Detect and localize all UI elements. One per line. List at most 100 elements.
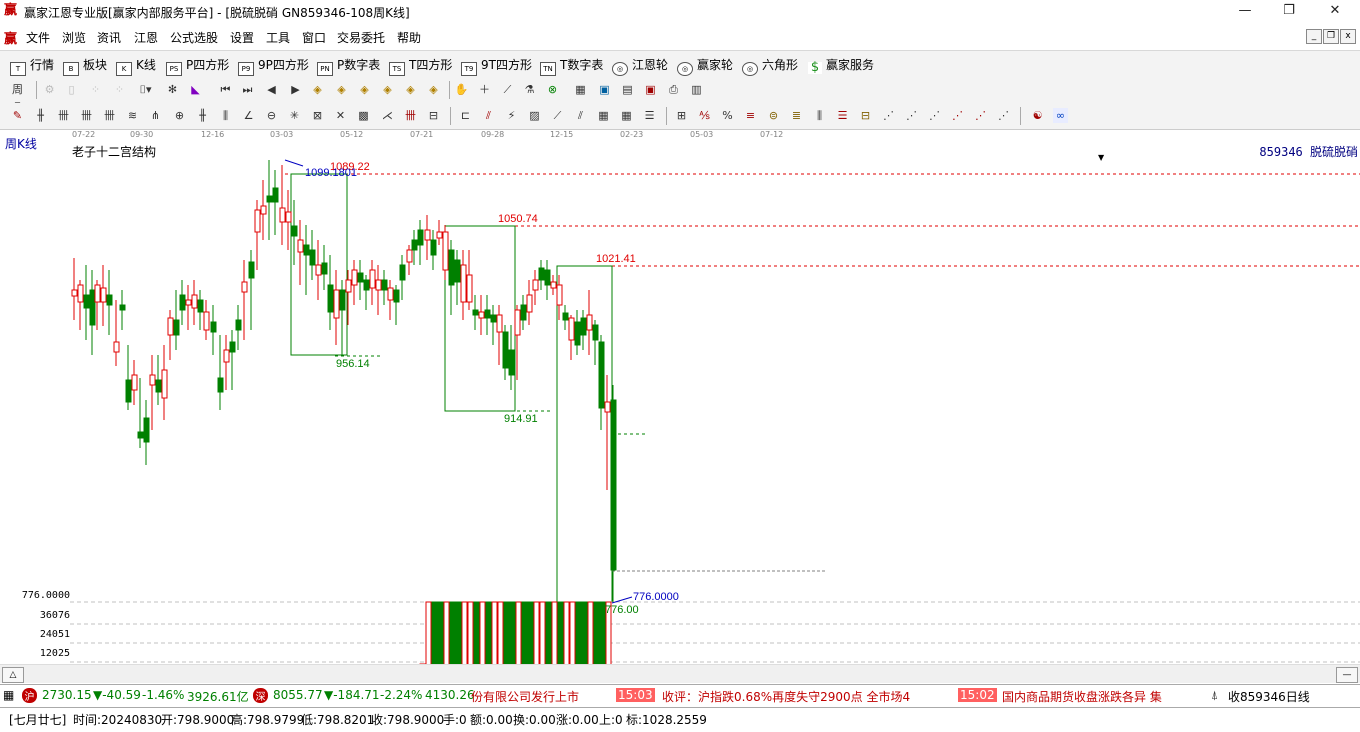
- news-item-2[interactable]: 收评：沪指跌0.68%再度失守2900点 全市场4: [662, 688, 910, 705]
- fib-pct-icon[interactable]: ⅍: [697, 108, 712, 123]
- toolbar-gann-wheel-button[interactable]: ◎ 江恩轮: [612, 56, 668, 76]
- table-tool-icon[interactable]: ▦: [596, 108, 611, 123]
- menu-tools[interactable]: 工具: [266, 29, 290, 46]
- mdi-restore-icon[interactable]: ❐: [1323, 29, 1339, 44]
- menu-info[interactable]: 资讯: [97, 29, 121, 46]
- percent-icon[interactable]: %: [720, 108, 735, 123]
- close-icon[interactable]: ✕: [1312, 0, 1358, 22]
- channel-tool-icon[interactable]: ⫽: [481, 108, 496, 123]
- crosshair-icon[interactable]: ＋: [477, 82, 492, 97]
- split-tool-icon[interactable]: ⊟: [426, 108, 441, 123]
- toolbar-9tsquare-button[interactable]: T9 9T四方形: [461, 56, 532, 76]
- prev-icon[interactable]: ◀: [264, 82, 279, 97]
- trend-tool-icon[interactable]: ⟋: [550, 108, 565, 123]
- toolbar-tnumber-button[interactable]: TN T数字表: [540, 56, 603, 76]
- fan4-tool-icon[interactable]: ⋰: [927, 108, 942, 123]
- save-icon[interactable]: ▣: [643, 82, 658, 97]
- minimize-icon[interactable]: —: [1222, 0, 1268, 22]
- horizontal-scrollbar[interactable]: △ —: [0, 664, 1360, 683]
- grid-tool-icon[interactable]: ▦: [619, 108, 634, 123]
- diamond6-icon[interactable]: ◈: [426, 82, 441, 97]
- pen-icon[interactable]: ✎: [10, 108, 25, 123]
- fan2-tool-icon[interactable]: ⋰: [881, 108, 896, 123]
- link-icon[interactable]: ⊗: [545, 82, 560, 97]
- hash-tool-icon[interactable]: ╫: [33, 108, 48, 123]
- formula-icon[interactable]: ✻: [165, 82, 180, 97]
- grid-tool1-icon[interactable]: 卌: [56, 108, 71, 123]
- export-icon[interactable]: ▥: [689, 82, 704, 97]
- report-icon[interactable]: ▤: [620, 82, 635, 97]
- box-tool-icon[interactable]: ⊟: [858, 108, 873, 123]
- stack-tool-icon[interactable]: ≣: [789, 108, 804, 123]
- period-dropdown-icon[interactable]: 周▾: [10, 82, 25, 111]
- diamond5-icon[interactable]: ◈: [403, 82, 418, 97]
- fan-tool-icon[interactable]: ⋔: [148, 108, 163, 123]
- hand-icon[interactable]: ✋: [454, 82, 469, 97]
- toolbar-quote-button[interactable]: T 行情: [10, 56, 54, 76]
- yinyang-icon[interactable]: ☯: [1030, 108, 1045, 123]
- toolbar-tsquare-button[interactable]: TS T四方形: [389, 56, 452, 76]
- toolbar-kline-button[interactable]: K K线: [116, 56, 156, 76]
- angle-tool-icon[interactable]: ∠: [241, 108, 256, 123]
- menu-formula[interactable]: 公式选股: [170, 29, 218, 46]
- next-icon[interactable]: ▶: [288, 82, 303, 97]
- square-tool-icon[interactable]: ⊠: [310, 108, 325, 123]
- toolbar-pnumber-button[interactable]: PN P数字表: [317, 56, 380, 76]
- bars-tool-icon[interactable]: ╫: [195, 108, 210, 123]
- diamond4-icon[interactable]: ◈: [380, 82, 395, 97]
- zigzag-tool-icon[interactable]: ⚡: [504, 108, 519, 123]
- star-tool-icon[interactable]: ✳: [287, 108, 302, 123]
- kline-chart[interactable]: 1089.22 1099.1801 1050.74 1021.41 956.14…: [0, 130, 1360, 682]
- sort-icon[interactable]: ⍋: [1211, 688, 1218, 703]
- print-icon[interactable]: ⎙: [666, 82, 681, 97]
- news-item-3[interactable]: 国内商品期货收盘涨跌各异 集: [1002, 688, 1162, 705]
- first-page-icon[interactable]: ⏮: [218, 82, 233, 97]
- parallel-tool-icon[interactable]: ⫽: [573, 108, 588, 123]
- menu-settings[interactable]: 设置: [230, 29, 254, 46]
- hatch-tool-icon[interactable]: ▨: [527, 108, 542, 123]
- news-item-1[interactable]: 份有限公司发行上市: [471, 688, 579, 705]
- grid-tool2-icon[interactable]: 卌: [79, 108, 94, 123]
- toolbar-service-button[interactable]: $ 赢家服务: [808, 56, 874, 74]
- menu-help[interactable]: 帮助: [397, 29, 421, 46]
- draw-icon[interactable]: ◣: [188, 82, 203, 97]
- toolbar-9psquare-button[interactable]: P9 9P四方形: [238, 56, 309, 76]
- lines-tool-icon[interactable]: ☰: [642, 108, 657, 123]
- toolbar-winner-wheel-button[interactable]: ◎ 赢家轮: [677, 56, 733, 76]
- grid-tool3-icon[interactable]: 卌: [102, 108, 117, 123]
- index-list-icon[interactable]: ▦: [3, 688, 14, 702]
- menu-window[interactable]: 窗口: [302, 29, 326, 46]
- fan5-tool-icon[interactable]: ⋰: [950, 108, 965, 123]
- menu-file[interactable]: 文件: [26, 29, 50, 46]
- last-page-icon[interactable]: ⏭: [240, 82, 255, 97]
- menu-logo[interactable]: 赢: [4, 28, 17, 47]
- gift-icon[interactable]: ⚗: [522, 82, 537, 97]
- infinity-icon[interactable]: ∞: [1053, 108, 1068, 123]
- ray-tool-icon[interactable]: ⋌: [380, 108, 395, 123]
- menu-browse[interactable]: 浏览: [62, 29, 86, 46]
- hline-tool-icon[interactable]: ☰: [835, 108, 850, 123]
- toolbar-hexagon-button[interactable]: ◎ 六角形: [742, 56, 798, 76]
- level-tool-icon[interactable]: ≡: [743, 108, 758, 123]
- toolbar-psquare-button[interactable]: PS P四方形: [166, 56, 229, 76]
- diamond3-icon[interactable]: ◈: [357, 82, 372, 97]
- menu-gann[interactable]: 江恩: [134, 29, 158, 46]
- scroll-right-icon[interactable]: —: [1336, 667, 1358, 683]
- line-tool-icon[interactable]: ⟋: [500, 82, 515, 97]
- coin-tool-icon[interactable]: ⊜: [766, 108, 781, 123]
- diamond1-icon[interactable]: ◈: [310, 82, 325, 97]
- wave-tool-icon[interactable]: ≋: [125, 108, 140, 123]
- cursor-dropdown-icon[interactable]: ⌷▾: [138, 82, 153, 97]
- bars2-tool-icon[interactable]: ⫼: [812, 108, 827, 123]
- restore-icon[interactable]: ❐: [1266, 0, 1312, 22]
- diamond2-icon[interactable]: ◈: [334, 82, 349, 97]
- scroll-left-icon[interactable]: △: [2, 667, 24, 683]
- circle-tool-icon[interactable]: ⊕: [172, 108, 187, 123]
- mdi-minimize-icon[interactable]: _: [1306, 29, 1322, 44]
- calculator-icon[interactable]: ▣: [597, 82, 612, 97]
- mdi-close-icon[interactable]: x: [1340, 29, 1356, 44]
- comb-tool-icon[interactable]: ⫼: [218, 108, 233, 123]
- arc-tool-icon[interactable]: ⊖: [264, 108, 279, 123]
- fan6-tool-icon[interactable]: ⋰: [973, 108, 988, 123]
- toolbar-sector-button[interactable]: B 板块: [63, 56, 107, 76]
